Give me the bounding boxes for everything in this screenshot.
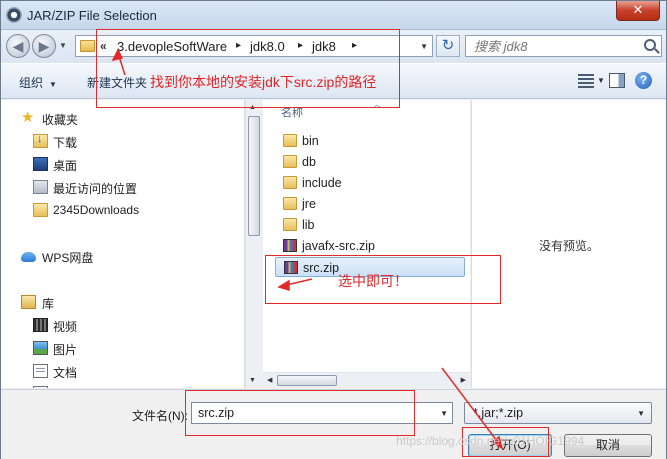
- star-icon: ★: [21, 109, 35, 126]
- annotation-box-filename: [185, 390, 415, 436]
- view-options-icon[interactable]: [578, 74, 594, 88]
- sidebar-item-2345downloads[interactable]: 2345Downloads: [1, 200, 241, 220]
- sidebar-item-label: 桌面: [53, 159, 78, 173]
- scroll-right-icon[interactable]: ▶: [461, 376, 466, 384]
- navigation-pane: ★ 收藏夹 下载 桌面 最近访问的位置 2345Downloads WPS网盘 …: [1, 100, 245, 388]
- file-name: javafx-src.zip: [302, 239, 375, 253]
- sidebar-item-label: 视频: [53, 320, 78, 334]
- search-box[interactable]: [465, 35, 662, 57]
- file-item-jre[interactable]: jre: [275, 194, 465, 214]
- folder-icon: [283, 155, 297, 168]
- address-dropdown-icon[interactable]: ▼: [420, 42, 428, 51]
- sidebar-item-documents[interactable]: 文档: [1, 361, 241, 381]
- search-input[interactable]: [474, 39, 634, 54]
- no-preview-text: 没有预览。: [539, 239, 600, 253]
- preview-pane: 没有预览。: [471, 100, 666, 388]
- folder-icon: [80, 40, 95, 52]
- sidebar-item-label: WPS网盘: [42, 251, 94, 265]
- organize-menu[interactable]: 组织 ▼: [19, 74, 57, 91]
- sidebar-item-label: 文档: [53, 366, 78, 380]
- cloud-icon: [21, 252, 36, 262]
- file-name: jre: [302, 197, 316, 211]
- sidebar-item-videos[interactable]: 视频: [1, 315, 241, 335]
- sidebar-item-recent-places[interactable]: 最近访问的位置: [1, 177, 241, 197]
- file-item-db[interactable]: db: [275, 152, 465, 172]
- forward-button[interactable]: ▶: [32, 34, 56, 58]
- folder-icon: [283, 197, 297, 210]
- folder-icon: [283, 218, 297, 231]
- watermark: https://blog.csdn.net/u01HOIG1994: [396, 434, 585, 448]
- file-name: lib: [302, 218, 315, 232]
- library-icon: [21, 295, 36, 309]
- file-name: bin: [302, 134, 319, 148]
- sidebar-item-favorites[interactable]: ★ 收藏夹: [1, 108, 241, 128]
- annotation-select-note: 选中即可！: [338, 273, 408, 289]
- sidebar-item-label: 收藏夹: [42, 113, 79, 127]
- sidebar-item-pictures[interactable]: 图片: [1, 338, 241, 358]
- preview-pane-toggle-icon[interactable]: [609, 73, 625, 88]
- music-icon: [33, 386, 48, 388]
- scroll-down-icon[interactable]: ▼: [249, 377, 256, 384]
- file-name: include: [302, 176, 342, 190]
- sidebar-item-label: 图片: [53, 343, 78, 357]
- chevron-down-icon: ▼: [637, 409, 645, 418]
- file-list-horizontal-scrollbar[interactable]: ◀ ▶: [263, 372, 470, 388]
- sidebar-item-label: 库: [42, 297, 55, 311]
- back-button[interactable]: ◀: [6, 34, 30, 58]
- scroll-left-icon[interactable]: ◀: [267, 376, 272, 384]
- chevron-down-icon[interactable]: ▼: [440, 409, 448, 418]
- picture-icon: [33, 341, 48, 355]
- annotation-address-note: 找到你本地的安装jdk下src.zip的路径: [150, 74, 377, 90]
- title-bar[interactable]: JAR/ZIP File Selection ✕: [1, 1, 666, 30]
- sidebar-item-label: 最近访问的位置: [53, 182, 138, 196]
- refresh-button[interactable]: ↻: [436, 35, 460, 57]
- sidebar-item-libraries[interactable]: 库: [1, 292, 241, 312]
- close-button[interactable]: ✕: [616, 1, 660, 21]
- filename-label: 文件名(N):: [132, 409, 188, 423]
- sidebar-item-music[interactable]: [1, 383, 241, 388]
- sidebar-item-label: 2345Downloads: [53, 203, 140, 217]
- scrollbar-thumb[interactable]: [277, 375, 337, 386]
- sidebar-item-label: 下载: [53, 136, 78, 150]
- download-icon: [33, 133, 48, 148]
- file-item-include[interactable]: include: [275, 173, 465, 193]
- chevron-down-icon[interactable]: ▼: [597, 76, 605, 85]
- filetype-select[interactable]: *.jar;*.zip ▼: [464, 402, 652, 424]
- file-item-bin[interactable]: bin: [275, 131, 465, 151]
- app-icon: [6, 7, 22, 23]
- video-icon: [33, 318, 48, 332]
- file-item-lib[interactable]: lib: [275, 215, 465, 235]
- folder-icon: [283, 134, 297, 147]
- file-name: db: [302, 155, 316, 169]
- sidebar-item-desktop[interactable]: 桌面: [1, 154, 241, 174]
- folder-icon: [33, 203, 48, 217]
- filetype-value: *.jar;*.zip: [473, 406, 524, 420]
- recent-places-icon: [33, 180, 48, 194]
- scrollbar-thumb[interactable]: [248, 116, 260, 236]
- navigation-pane-scrollbar[interactable]: ▲ ▼: [245, 100, 262, 388]
- sidebar-item-wps-cloud[interactable]: WPS网盘: [1, 246, 241, 266]
- file-item-javafx-src-zip[interactable]: javafx-src.zip: [275, 236, 465, 256]
- chevron-down-icon: ▼: [49, 80, 57, 89]
- organize-label: 组织: [19, 76, 44, 90]
- window-title: JAR/ZIP File Selection: [27, 8, 157, 23]
- annotation-box-address: [96, 29, 400, 108]
- zip-archive-icon: [283, 239, 297, 252]
- recent-locations-dropdown-icon[interactable]: ▼: [59, 41, 67, 50]
- document-icon: [33, 364, 48, 378]
- file-list: 名称 ︿ bin db include jre lib javafx-src.z…: [263, 100, 470, 388]
- help-icon[interactable]: ?: [635, 72, 652, 89]
- desktop-icon: [33, 157, 48, 171]
- folder-icon: [283, 176, 297, 189]
- search-icon[interactable]: [644, 39, 656, 51]
- sidebar-item-downloads[interactable]: 下载: [1, 131, 241, 151]
